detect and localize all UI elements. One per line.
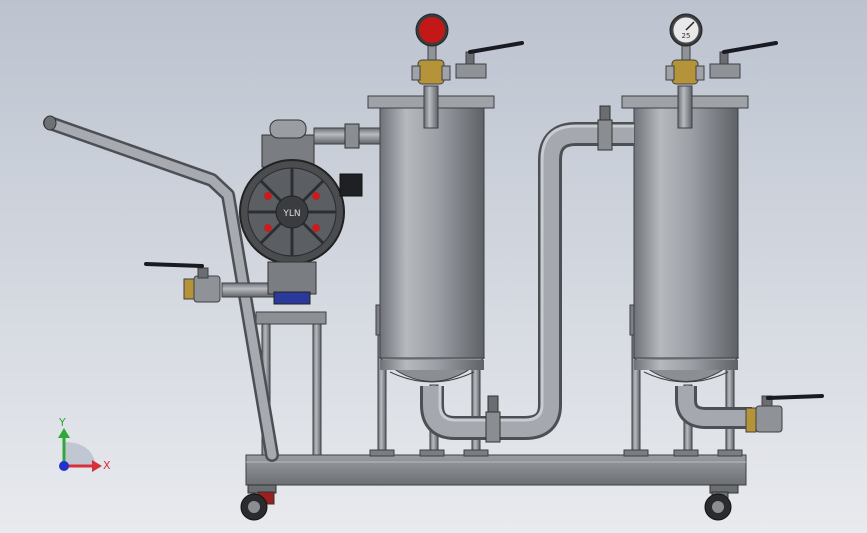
crossover-clamp-bottom[interactable] <box>485 395 501 443</box>
cad-viewport[interactable]: YLN 25 Y X <box>0 0 867 533</box>
x-axis-label: X <box>103 459 111 472</box>
gauge-2-readout: 25 <box>682 32 691 40</box>
pump-badge: YLN <box>282 209 300 219</box>
crossover-clamp-top[interactable] <box>597 105 613 151</box>
y-axis-label: Y <box>58 416 66 429</box>
filter-housing-1[interactable] <box>367 95 495 383</box>
filter-housing-2[interactable] <box>621 95 749 383</box>
filter-skid-model[interactable]: YLN 25 Y X <box>0 0 867 533</box>
